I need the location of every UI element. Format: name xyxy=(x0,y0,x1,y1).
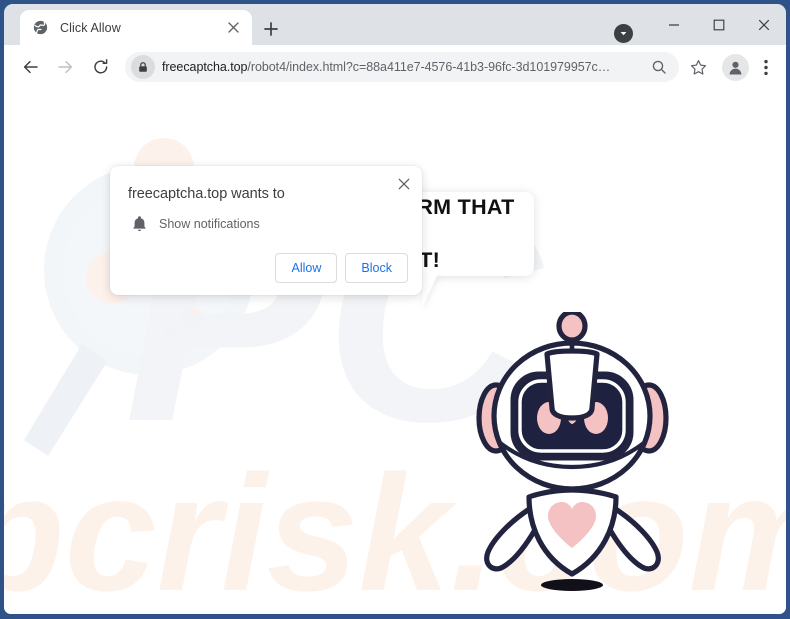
new-tab-button[interactable] xyxy=(258,16,284,42)
notification-permission-dialog: freecaptcha.top wants to Show notificati… xyxy=(110,166,422,295)
close-icon[interactable] xyxy=(223,18,243,38)
permission-label: Show notifications xyxy=(159,217,260,231)
browser-toolbar: freecaptcha.top/robot4/index.html?c=88a4… xyxy=(4,45,786,90)
browser-window-frame: Click Allow freecaptcha.top/robot4/index… xyxy=(0,0,790,619)
dialog-title: freecaptcha.top wants to xyxy=(128,186,285,202)
avatar[interactable] xyxy=(722,53,749,81)
search-zoom-icon[interactable] xyxy=(647,55,671,79)
permission-row: Show notifications xyxy=(128,213,260,235)
speech-bubble-tail xyxy=(422,274,438,308)
browser-window: Click Allow freecaptcha.top/robot4/index… xyxy=(4,4,786,614)
forward-button[interactable] xyxy=(50,52,80,82)
tab-title: Click Allow xyxy=(60,20,121,35)
bell-icon xyxy=(128,213,150,235)
maximize-button[interactable] xyxy=(696,4,741,45)
bookmark-star-icon[interactable] xyxy=(683,52,713,82)
chevron-down-icon[interactable] xyxy=(614,24,633,43)
tab-strip: Click Allow xyxy=(4,4,786,45)
close-button[interactable] xyxy=(741,4,786,45)
minimize-button[interactable] xyxy=(651,4,696,45)
url-path: /robot4/index.html?c=88a411e7-4576-41b3-… xyxy=(247,60,611,74)
url-text: freecaptcha.top/robot4/index.html?c=88a4… xyxy=(162,60,645,74)
page-viewport: PC pcrisk.com CLICK ALLOW TO CONFIRM THA… xyxy=(4,90,786,614)
globe-favicon xyxy=(32,19,49,36)
menu-icon[interactable] xyxy=(752,52,780,82)
address-bar[interactable]: freecaptcha.top/robot4/index.html?c=88a4… xyxy=(125,52,679,82)
window-controls xyxy=(651,4,786,45)
reload-button[interactable] xyxy=(86,52,116,82)
lock-icon[interactable] xyxy=(131,55,155,79)
back-button[interactable] xyxy=(16,52,46,82)
url-host: freecaptcha.top xyxy=(162,60,248,74)
allow-button[interactable]: Allow xyxy=(275,253,338,283)
close-icon[interactable] xyxy=(392,172,416,196)
browser-tab[interactable]: Click Allow xyxy=(20,10,252,45)
block-button[interactable]: Block xyxy=(345,253,408,283)
robot-mascot xyxy=(476,312,669,591)
dialog-actions: Allow Block xyxy=(275,253,408,283)
